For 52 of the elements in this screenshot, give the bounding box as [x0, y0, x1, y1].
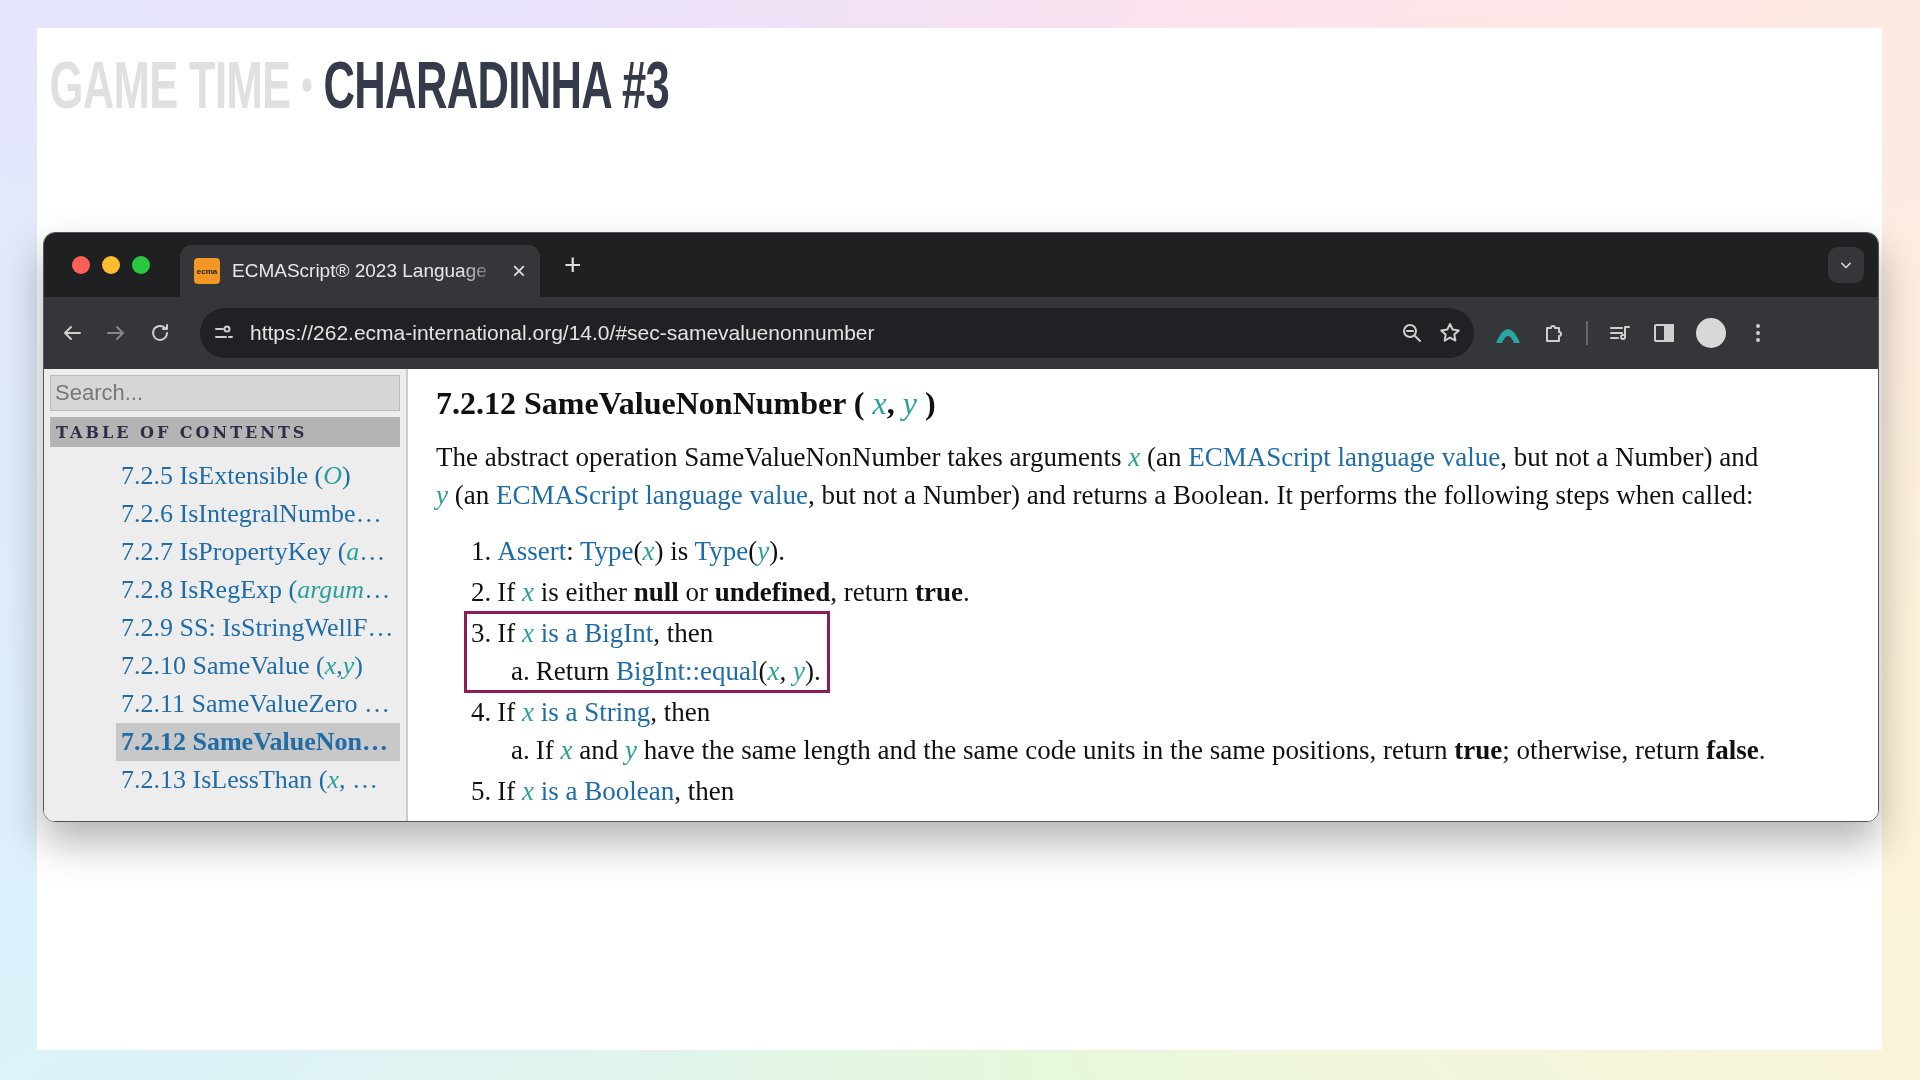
toc-item[interactable]: 7.2.13 IsLessThan (x, …: [116, 761, 400, 799]
step-number: 1.: [471, 535, 492, 568]
toc-heading: TABLE OF CONTENTS: [56, 422, 308, 442]
link[interactable]: BigInt::equal: [616, 656, 759, 686]
step-number: a.: [511, 734, 530, 767]
step-text: Return BigInt::equal(x, y).: [535, 655, 821, 688]
step-text: If x is a BigInt, then: [497, 617, 714, 650]
slide-title: CHARADINHA #3: [323, 47, 670, 123]
step-number: 2.: [471, 576, 492, 609]
tab-close-button[interactable]: ×: [512, 257, 526, 285]
step-number: 5.: [471, 775, 492, 808]
link[interactable]: Type: [694, 536, 749, 566]
toc-item[interactable]: 7.2.11 SameValueZero …: [116, 685, 400, 723]
step-text: If x is either null or undefined, return true.: [497, 576, 970, 609]
step-text: If x and y have the same length and the same code units in the same positions, return true; otherwise, return false.: [535, 734, 1766, 767]
toc-item[interactable]: 7.2.9 SS: IsStringWellF…: [116, 609, 400, 647]
step-number: a.: [511, 655, 530, 688]
zoom-icon[interactable]: [1400, 321, 1424, 345]
address-bar[interactable]: https://262.ecma-international.org/14.0/#sec-samevaluenonnumber: [200, 308, 1474, 358]
link[interactable]: Assert: [497, 536, 567, 566]
toc-item[interactable]: 7.2.12 SameValueNon…: [116, 723, 400, 761]
step-text: Assert: Type(x) is Type(y).: [497, 535, 785, 568]
search-field[interactable]: Search...: [50, 375, 400, 411]
toc-item[interactable]: 7.2.5 IsExtensible (O): [116, 457, 400, 495]
section-heading: 7.2.12 SameValueNonNumber ( x, y ): [436, 385, 937, 422]
link[interactable]: ECMAScript language value: [495, 480, 808, 510]
link[interactable]: Type: [580, 536, 634, 566]
browser-tab[interactable]: ecma ECMAScript® 2023 Language ×: [180, 245, 540, 297]
tab-title: ECMAScript® 2023 Language: [232, 260, 488, 282]
toc-item[interactable]: 7.2.6 IsIntegralNumbe…: [116, 495, 400, 533]
close-window-button[interactable]: [72, 256, 90, 274]
profile-avatar[interactable]: [1696, 318, 1726, 348]
step-text: If x is a Boolean, then: [497, 775, 735, 808]
link[interactable]: ECMAScript language value: [1188, 442, 1501, 472]
link[interactable]: is a BigInt: [533, 618, 654, 648]
step-number: 4.: [471, 696, 492, 729]
description-paragraph: The abstract operation SameValueNonNumber takes arguments x (an ECMAScript language value, but not a Number) and y (an ECMAScript language value, but not a Number) and returns a Boolean. It performs the following steps when called:: [436, 441, 1760, 512]
link[interactable]: is a Boolean: [533, 776, 675, 806]
url-text: https://262.ecma-international.org/14.0/#sec-samevaluenonnumber: [250, 321, 876, 345]
side-panel-icon[interactable]: [1652, 321, 1676, 345]
toc-item[interactable]: 7.2.8 IsRegExp (argum…: [116, 571, 400, 609]
separator-dot: [302, 78, 312, 92]
star-icon[interactable]: [1438, 321, 1462, 345]
toc-item[interactable]: 7.2.10 SameValue (x,y): [116, 647, 400, 685]
link[interactable]: is a String: [533, 697, 651, 727]
minimize-button[interactable]: [102, 256, 120, 274]
step-text: If x is a String, then: [497, 696, 711, 729]
new-tab-button[interactable]: +: [564, 248, 582, 282]
toc-item[interactable]: 7.2.7 IsPropertyKey (a…: [116, 533, 400, 571]
favicon: ecma: [194, 258, 220, 284]
maximize-button[interactable]: [132, 256, 150, 274]
step-number: 3.: [471, 617, 492, 650]
